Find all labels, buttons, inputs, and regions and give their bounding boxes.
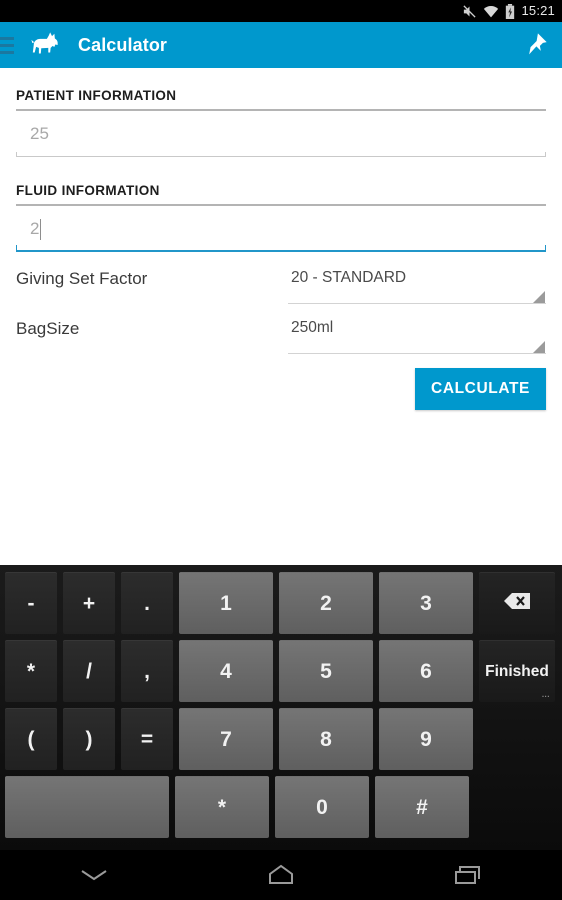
key-0[interactable]: 0 <box>275 776 369 838</box>
key-8[interactable]: 8 <box>279 708 373 770</box>
key-label: + <box>82 591 96 615</box>
bag-size-spinner[interactable]: 250ml <box>288 319 546 354</box>
key-label: * <box>26 659 36 683</box>
pin-icon[interactable] <box>508 22 562 68</box>
key-slash[interactable]: / <box>63 640 115 702</box>
key-label: 3 <box>420 591 432 615</box>
key-asterisk[interactable]: * <box>5 640 57 702</box>
key-label: 1 <box>220 591 232 615</box>
patient-weight-field[interactable]: 25 <box>16 111 546 157</box>
status-bar: 15:21 <box>0 0 562 22</box>
key-label: ( <box>27 727 35 751</box>
calculate-button-row: CALCULATE <box>0 354 562 410</box>
recent-apps-icon[interactable] <box>375 862 562 888</box>
patient-weight-value: 25 <box>30 124 49 143</box>
hamburger-menu-icon[interactable] <box>0 22 16 68</box>
collapse-keyboard-icon[interactable] <box>0 866 187 884</box>
key-3[interactable]: 3 <box>379 572 473 634</box>
key-2[interactable]: 2 <box>279 572 373 634</box>
fluid-rate-value: 2 <box>30 219 40 238</box>
patient-weight-underline <box>16 152 546 157</box>
chevron-down-icon[interactable] <box>533 341 545 353</box>
giving-set-factor-row[interactable]: Giving Set Factor 20 - STANDARD <box>16 260 546 304</box>
giving-set-factor-value: 20 - STANDARD <box>291 269 407 286</box>
key-label: 6 <box>420 659 432 683</box>
giving-set-factor-spinner[interactable]: 20 - STANDARD <box>288 269 546 304</box>
bag-size-label: BagSize <box>16 319 80 338</box>
key-9[interactable]: 9 <box>379 708 473 770</box>
home-icon[interactable] <box>187 862 374 888</box>
battery-charging-icon <box>505 0 515 22</box>
navigation-bar <box>0 850 562 900</box>
bag-size-value: 250ml <box>291 319 334 336</box>
bag-size-row[interactable]: BagSize 250ml <box>16 310 546 354</box>
key-label: , <box>144 659 150 683</box>
key-label: 2 <box>320 591 332 615</box>
key-paren-open[interactable]: ( <box>5 708 57 770</box>
key-5[interactable]: 5 <box>279 640 373 702</box>
keyboard-row: () = 7 8 9 <box>0 705 562 773</box>
key-plus[interactable]: + <box>63 572 115 634</box>
key-spacer <box>479 708 555 770</box>
keyboard-row: * 0 # <box>0 773 562 841</box>
key-label: 7 <box>220 727 232 751</box>
key-label: = <box>140 727 154 751</box>
key-equals[interactable]: = <box>121 708 173 770</box>
key-label: 0 <box>316 795 328 819</box>
giving-set-factor-label: Giving Set Factor <box>16 269 148 288</box>
key-minus[interactable]: - <box>5 572 57 634</box>
key-label: - <box>27 591 35 615</box>
key-4[interactable]: 4 <box>179 640 273 702</box>
key-backspace[interactable] <box>479 572 555 634</box>
key-label: ) <box>85 727 93 751</box>
key-star[interactable]: * <box>175 776 269 838</box>
fluid-information-header: FLUID INFORMATION <box>16 157 546 206</box>
key-label: 5 <box>320 659 332 683</box>
key-label: Finished <box>485 662 549 680</box>
page-title: Calculator <box>78 34 168 55</box>
key-finished[interactable]: Finished... <box>479 640 555 702</box>
status-bar-clock: 15:21 <box>521 3 555 18</box>
calculate-button[interactable]: CALCULATE <box>415 368 546 410</box>
wifi-icon <box>483 0 499 22</box>
patient-information-header: PATIENT INFORMATION <box>16 68 546 111</box>
keyboard-row: * /, 4 5 6 Finished... <box>0 637 562 705</box>
form-content: PATIENT INFORMATION 25 FLUID INFORMATION… <box>0 68 562 565</box>
key-label: . <box>144 591 150 615</box>
backspace-icon <box>502 591 532 617</box>
key-6[interactable]: 6 <box>379 640 473 702</box>
key-space[interactable] <box>5 776 169 838</box>
mute-icon <box>462 0 477 22</box>
chevron-down-icon[interactable] <box>533 291 545 303</box>
key-7[interactable]: 7 <box>179 708 273 770</box>
text-cursor <box>40 218 42 240</box>
key-spacer-2 <box>475 776 551 838</box>
key-label: * <box>217 795 227 819</box>
key-hash[interactable]: # <box>375 776 469 838</box>
app-bar: Calculator <box>0 22 562 68</box>
key-label: / <box>86 659 92 683</box>
key-more-indicator: ... <box>541 690 550 699</box>
key-paren-close[interactable]: ) <box>63 708 115 770</box>
giving-set-factor-underline <box>288 303 546 304</box>
key-comma[interactable]: , <box>121 640 173 702</box>
keyboard-row: - +. 1 2 3 <box>0 569 562 637</box>
key-label: 9 <box>420 727 432 751</box>
on-screen-keyboard: - +. 1 2 3 * /, 4 5 6 Finished... () = 7 8 9 * 0 # <box>0 565 562 850</box>
fluid-rate-field[interactable]: 2 <box>16 206 546 252</box>
key-period[interactable]: . <box>121 572 173 634</box>
key-label: 4 <box>220 659 232 683</box>
fluid-rate-underline <box>16 245 546 252</box>
bag-size-underline <box>288 353 546 354</box>
key-label: 8 <box>320 727 332 751</box>
dog-logo-icon[interactable] <box>28 28 62 62</box>
key-1[interactable]: 1 <box>179 572 273 634</box>
key-label: # <box>416 795 428 819</box>
